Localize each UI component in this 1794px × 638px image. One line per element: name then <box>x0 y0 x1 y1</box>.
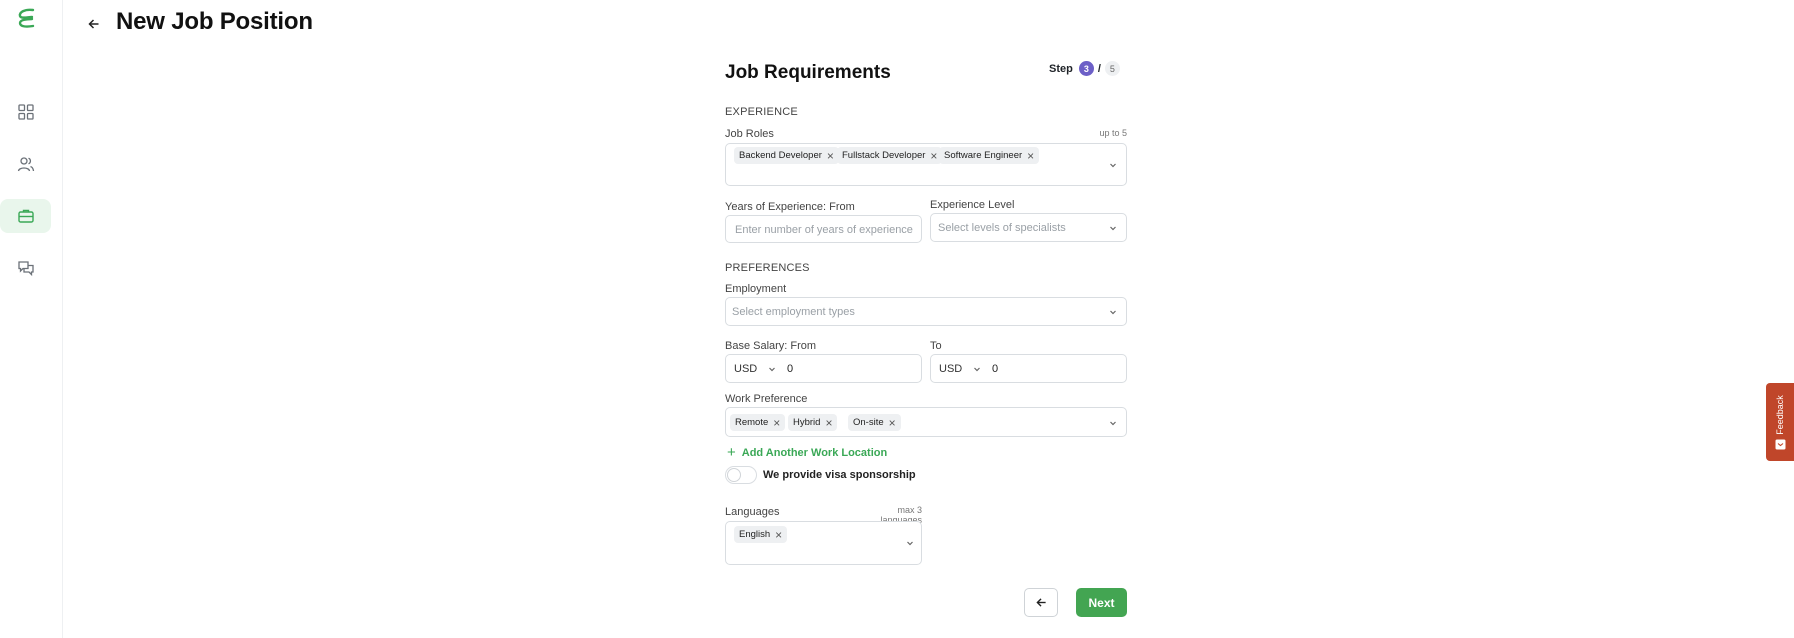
arrow-left-icon <box>88 19 99 29</box>
chip-remove-icon[interactable]: × <box>1027 150 1034 162</box>
salary-from-currency-select[interactable]: USD <box>734 363 757 375</box>
page-title: New Job Position <box>116 8 313 35</box>
chip-remove-icon[interactable]: × <box>775 529 782 541</box>
chip-hybrid: Hybrid × <box>788 414 838 431</box>
chevron-down-icon <box>1110 226 1116 231</box>
employment-label: Employment <box>725 283 787 295</box>
step-total-badge: 5 <box>1104 61 1120 76</box>
add-work-location-button[interactable]: + Add Another Work Location <box>727 444 887 461</box>
previous-step-button[interactable] <box>1024 588 1058 617</box>
logo-icon <box>18 8 35 28</box>
chevron-down-icon <box>769 367 775 372</box>
years-experience-placeholder: Enter number of years of experience <box>735 224 913 236</box>
step-current-badge: 3 <box>1078 61 1094 76</box>
experience-level-select[interactable]: Select levels of specialists <box>930 213 1127 242</box>
plus-icon: + <box>727 444 736 461</box>
sidebar-item-jobs[interactable] <box>0 199 51 233</box>
job-roles-hint: up to 5 <box>1099 128 1127 138</box>
chip-label: Remote <box>735 417 769 428</box>
salary-from-input[interactable]: 0 <box>787 363 793 375</box>
chip-remove-icon[interactable]: × <box>889 417 896 429</box>
work-preference-label: Work Preference <box>725 393 808 405</box>
arrow-left-icon <box>1035 598 1046 607</box>
languages-multiselect[interactable]: English × <box>725 521 922 565</box>
chip-label: Backend Developer <box>739 150 822 161</box>
chevron-down-icon <box>974 367 980 372</box>
preferences-section-heading: PREFERENCES <box>725 262 810 274</box>
chip-label: Fullstack Developer <box>842 150 926 161</box>
chip-fullstack-developer: Fullstack Developer × <box>837 147 943 164</box>
languages-label: Languages <box>725 506 780 518</box>
chip-label: Hybrid <box>793 417 821 428</box>
employment-placeholder: Select employment types <box>732 306 855 318</box>
salary-to-label: To <box>930 340 942 352</box>
feedback-icon <box>1775 439 1786 450</box>
chip-label: English <box>739 529 771 540</box>
employment-select[interactable]: Select employment types <box>725 297 1127 326</box>
step-separator: / <box>1097 62 1101 75</box>
chip-remove-icon[interactable]: × <box>930 150 937 162</box>
add-work-location-label: Add Another Work Location <box>741 446 888 459</box>
chevron-down-icon <box>1110 163 1116 168</box>
sidebar-item-dashboard[interactable] <box>0 95 51 129</box>
form-title: Job Requirements <box>725 62 891 83</box>
experience-level-placeholder: Select levels of specialists <box>938 222 1066 234</box>
chip-on-site: On-site × <box>848 414 901 431</box>
chevron-down-icon <box>1110 310 1116 315</box>
step-label: Step <box>1049 62 1073 75</box>
chevron-down-icon <box>907 541 913 546</box>
salary-from-field: USD 0 <box>725 354 922 383</box>
chip-label: Software Engineer <box>944 150 1023 161</box>
years-experience-input[interactable]: Enter number of years of experience <box>725 215 922 243</box>
sidebar <box>0 0 63 638</box>
users-icon <box>17 157 34 172</box>
salary-to-field: USD 0 <box>930 354 1127 383</box>
experience-level-label: Experience Level <box>930 199 1015 211</box>
salary-to-currency-select[interactable]: USD <box>939 363 962 375</box>
chip-backend-developer: Backend Developer × <box>734 147 839 164</box>
visa-sponsorship-label: We provide visa sponsorship <box>763 469 916 481</box>
chip-software-engineer: Software Engineer × <box>939 147 1040 164</box>
chip-remote: Remote × <box>730 414 786 431</box>
chip-remove-icon[interactable]: × <box>827 150 834 162</box>
dashboard-grid-icon <box>17 104 34 120</box>
step-indicator: Step 3 / 5 <box>1049 61 1120 76</box>
next-button[interactable]: Next <box>1076 588 1127 617</box>
salary-from-label: Base Salary: From <box>725 340 817 352</box>
chevron-down-icon <box>1110 421 1116 426</box>
experience-section-heading: EXPERIENCE <box>725 106 798 118</box>
feedback-label: Feedback <box>1775 395 1785 435</box>
visa-sponsorship-toggle[interactable] <box>725 466 757 484</box>
chat-icon <box>17 261 34 277</box>
sidebar-item-candidates[interactable] <box>0 147 51 181</box>
job-roles-label: Job Roles <box>725 128 774 140</box>
years-experience-label: Years of Experience: From <box>725 201 855 213</box>
toggle-knob <box>727 468 741 482</box>
salary-to-input[interactable]: 0 <box>992 363 998 375</box>
job-roles-multiselect[interactable]: Backend Developer × Fullstack Developer … <box>725 143 1127 186</box>
back-arrow-button[interactable] <box>84 14 104 34</box>
feedback-tab[interactable]: Feedback <box>1766 383 1794 461</box>
chip-english: English × <box>734 526 788 543</box>
chip-remove-icon[interactable]: × <box>825 417 832 429</box>
briefcase-icon <box>17 209 34 223</box>
chip-remove-icon[interactable]: × <box>773 417 780 429</box>
chip-label: On-site <box>853 417 884 428</box>
sidebar-item-messages[interactable] <box>0 251 51 285</box>
work-preference-multiselect[interactable]: Remote × Hybrid × On-site × <box>725 407 1127 437</box>
